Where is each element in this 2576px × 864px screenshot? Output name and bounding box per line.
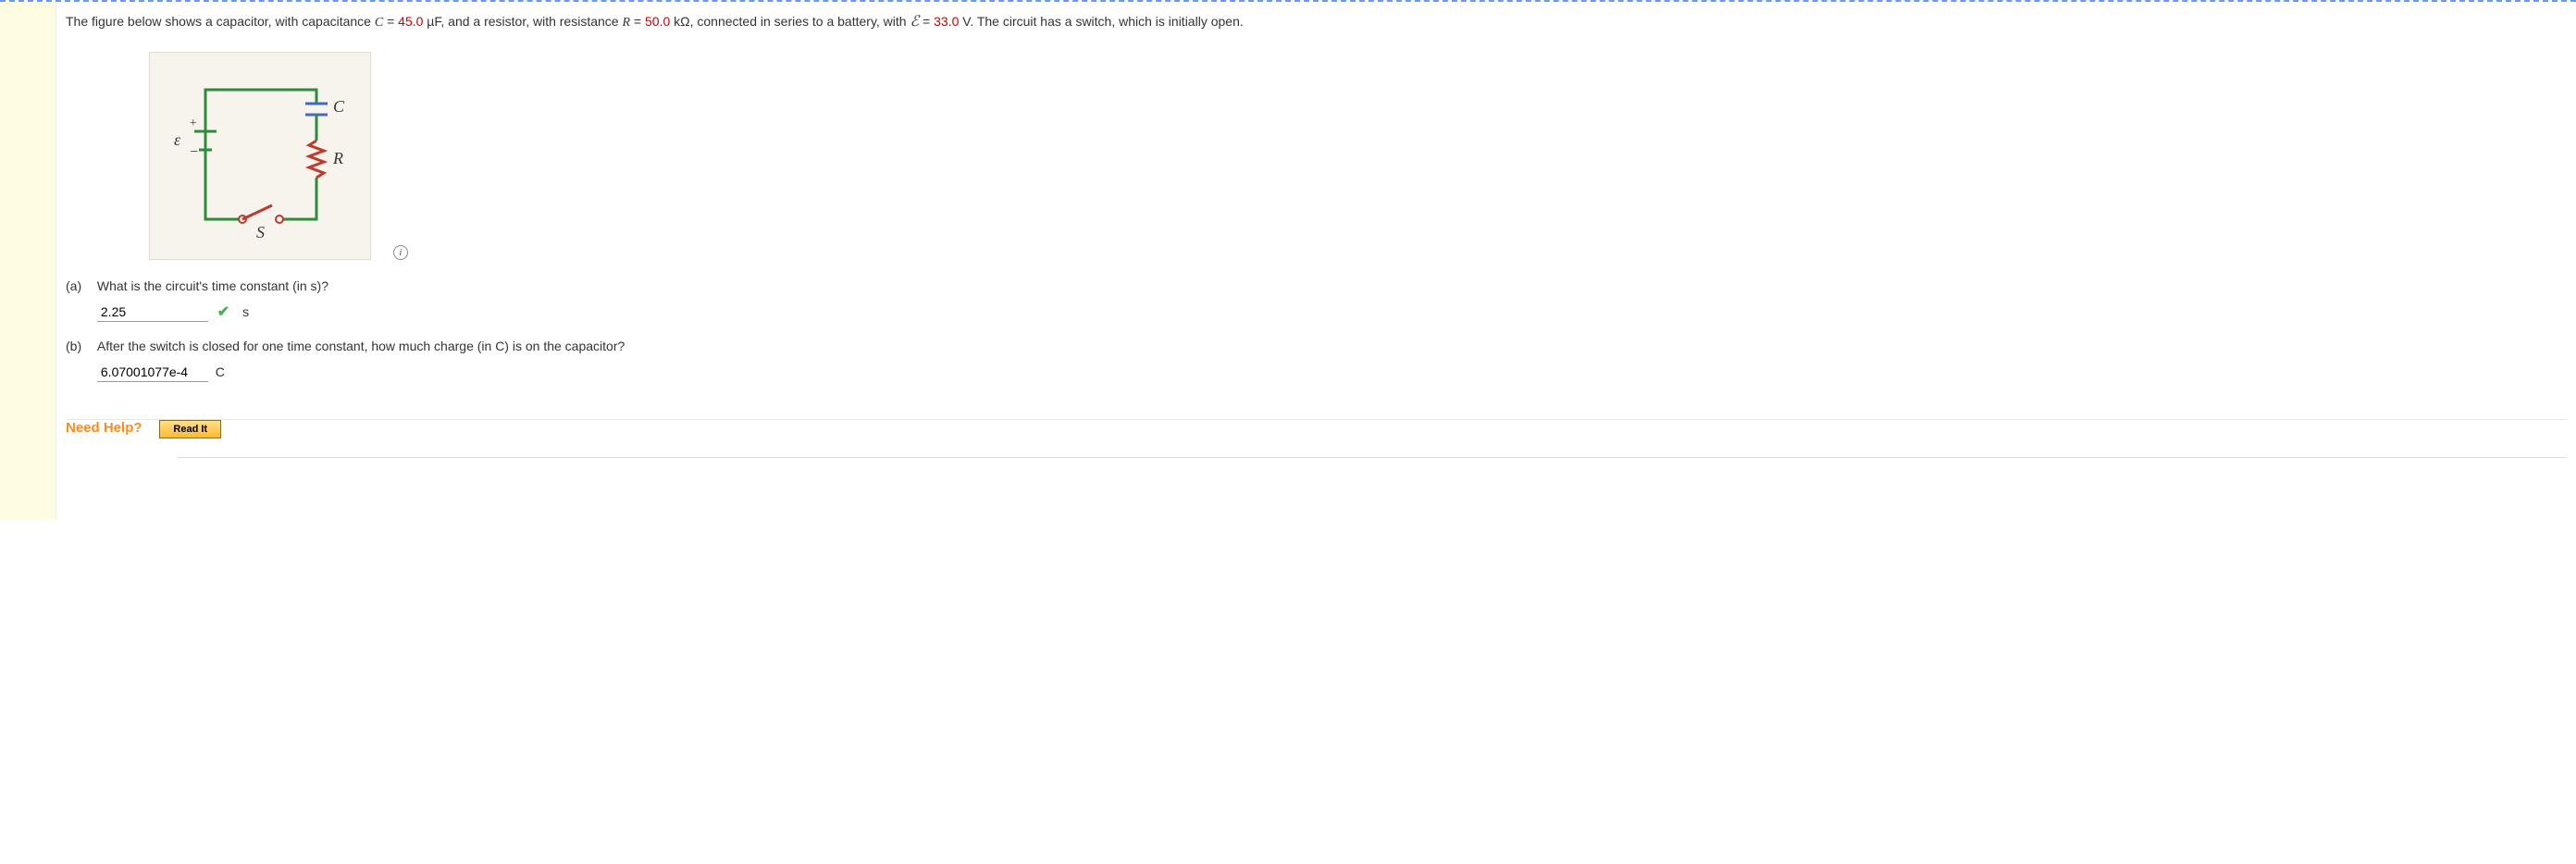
part-b: (b) After the switch is closed for one t… <box>66 339 2567 382</box>
var-C: C <box>375 16 383 30</box>
emf-label: ε <box>174 130 181 149</box>
var-emf: ℰ <box>910 14 919 30</box>
part-b-unit: C <box>216 364 225 379</box>
check-icon: ✔ <box>217 304 229 320</box>
switch-label: S <box>256 223 265 238</box>
part-a-question: What is the circuit's time constant (in … <box>97 278 328 293</box>
eq-sign: = <box>383 14 398 29</box>
part-b-label: (b) <box>66 339 93 353</box>
value-C: 45.0 <box>398 14 423 29</box>
text-segment: The figure below shows a capacitor, with… <box>66 14 375 29</box>
figure-area: + − ε C R S i <box>149 52 445 260</box>
minus-label: − <box>189 144 199 160</box>
circuit-diagram: + − ε C R S <box>149 52 371 260</box>
value-emf: 33.0 <box>934 14 959 29</box>
resistor-label: R <box>332 149 343 167</box>
var-R: R <box>622 16 630 30</box>
problem-statement: The figure below shows a capacitor, with… <box>66 11 2567 33</box>
eq-sign: = <box>919 14 934 29</box>
info-icon[interactable]: i <box>393 245 408 260</box>
part-b-answer-row: C <box>97 363 625 382</box>
part-a: (a) What is the circuit's time constant … <box>66 278 2567 322</box>
capacitor-label: C <box>333 97 345 116</box>
part-a-answer-input[interactable] <box>97 302 208 322</box>
circuit-svg: + − ε C R S <box>168 71 353 238</box>
bottom-divider <box>177 457 2567 458</box>
plus-label: + <box>189 117 197 130</box>
content-area: The figure below shows a capacitor, with… <box>56 2 2576 520</box>
need-help-label: Need Help? <box>66 420 142 436</box>
part-b-question: After the switch is closed for one time … <box>97 339 625 353</box>
left-margin-highlight <box>0 2 56 520</box>
text-segment: kΩ, connected in series to a battery, wi… <box>670 14 910 29</box>
read-it-button[interactable]: Read It <box>159 420 221 438</box>
text-segment: V. The circuit has a switch, which is in… <box>959 14 1243 29</box>
need-help-section: Need Help? Read It <box>66 419 2567 438</box>
part-b-answer-input[interactable] <box>97 363 208 382</box>
eq-sign: = <box>630 14 645 29</box>
question-container: The figure below shows a capacitor, with… <box>0 0 2576 520</box>
part-a-answer-row: ✔ s <box>97 302 328 322</box>
text-segment: µF, and a resistor, with resistance <box>423 14 622 29</box>
value-R: 50.0 <box>645 14 670 29</box>
part-a-unit: s <box>242 304 249 319</box>
part-a-label: (a) <box>66 278 93 293</box>
